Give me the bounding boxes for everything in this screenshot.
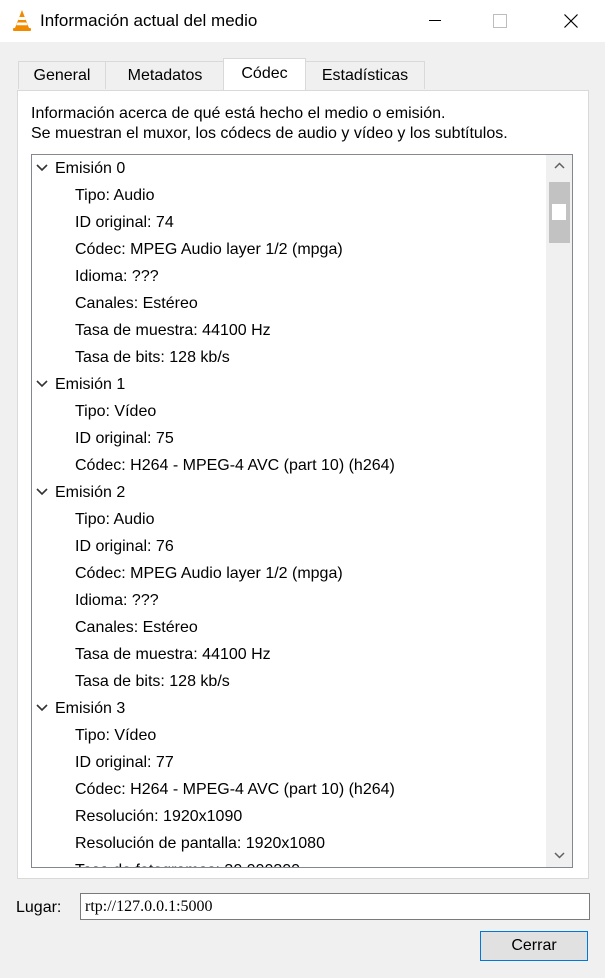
tree-property-item[interactable]: Idioma: ??? bbox=[32, 587, 547, 614]
title-bar: Información actual del medio bbox=[0, 0, 605, 42]
tree-stream-label: Emisión 1 bbox=[55, 376, 126, 393]
tree-property-item[interactable]: Resolución: 1920x1090 bbox=[32, 803, 547, 830]
tree-property-item[interactable]: ID original: 77 bbox=[32, 749, 547, 776]
tree-property-item[interactable]: Canales: Estéreo bbox=[32, 614, 547, 641]
tree-property-item[interactable]: Idioma: ??? bbox=[32, 263, 547, 290]
minimize-icon bbox=[429, 20, 441, 21]
chevron-down-icon[interactable] bbox=[36, 488, 48, 496]
tree-property-item[interactable]: Resolución de pantalla: 1920x1080 bbox=[32, 830, 547, 857]
close-window-button[interactable] bbox=[541, 0, 601, 42]
tree-stream-node[interactable]: Emisión 3 bbox=[32, 695, 547, 722]
tab-statistics[interactable]: Estadísticas bbox=[305, 61, 425, 89]
tree-stream-label: Emisión 3 bbox=[55, 700, 126, 717]
tree-property-item[interactable]: Tipo: Audio bbox=[32, 506, 547, 533]
minimize-button[interactable] bbox=[405, 0, 465, 42]
codec-tree-list: Emisión 0 Tipo: Audio ID original: 74 Códec… bbox=[32, 155, 547, 867]
scrollbar-thumb-grip bbox=[552, 204, 566, 220]
tree-property-item[interactable]: Tipo: Vídeo bbox=[32, 722, 547, 749]
chevron-up-icon bbox=[554, 162, 565, 169]
tree-property-item[interactable]: Tasa de fotogramas: 30.000300 bbox=[32, 857, 547, 867]
scrollbar-thumb[interactable] bbox=[549, 182, 570, 243]
chevron-down-icon bbox=[554, 852, 565, 859]
window-title: Información actual del medio bbox=[40, 11, 258, 30]
tree-property-item[interactable]: Tipo: Audio bbox=[32, 182, 547, 209]
close-button[interactable]: Cerrar bbox=[480, 931, 588, 961]
maximize-button[interactable] bbox=[470, 0, 530, 42]
location-label: Lugar: bbox=[16, 899, 62, 916]
codec-description: Información acerca de qué está hecho el … bbox=[31, 104, 508, 144]
vlc-cone-icon bbox=[13, 10, 31, 31]
tree-property-item[interactable]: ID original: 75 bbox=[32, 425, 547, 452]
chevron-down-icon[interactable] bbox=[36, 380, 48, 388]
tree-property-item[interactable]: Códec: H264 - MPEG-4 AVC (part 10) (h264… bbox=[32, 452, 547, 479]
tree-property-item[interactable]: Tasa de bits: 128 kb/s bbox=[32, 344, 547, 371]
tree-property-item[interactable]: Tasa de muestra: 44100 Hz bbox=[32, 317, 547, 344]
chevron-down-icon[interactable] bbox=[36, 704, 48, 712]
tree-property-item[interactable]: Tasa de muestra: 44100 Hz bbox=[32, 641, 547, 668]
tree-property-item[interactable]: Códec: MPEG Audio layer 1/2 (mpga) bbox=[32, 560, 547, 587]
tab-codec[interactable]: Códec bbox=[223, 58, 306, 90]
scroll-up-button[interactable] bbox=[547, 155, 572, 177]
tree-property-item[interactable]: Códec: MPEG Audio layer 1/2 (mpga) bbox=[32, 236, 547, 263]
vertical-scrollbar[interactable] bbox=[546, 155, 572, 867]
tab-general[interactable]: General bbox=[18, 61, 106, 89]
location-field[interactable] bbox=[80, 893, 590, 920]
tree-property-item[interactable]: Códec: H264 - MPEG-4 AVC (part 10) (h264… bbox=[32, 776, 547, 803]
close-icon bbox=[564, 14, 578, 28]
codec-tree[interactable]: Emisión 0 Tipo: Audio ID original: 74 Códec… bbox=[31, 154, 573, 868]
tree-property-item[interactable]: Canales: Estéreo bbox=[32, 290, 547, 317]
description-line: Se muestran el muxor, los códecs de audi… bbox=[31, 125, 508, 142]
maximize-icon bbox=[493, 14, 507, 28]
chevron-down-icon[interactable] bbox=[36, 164, 48, 172]
tree-property-item[interactable]: Tipo: Vídeo bbox=[32, 398, 547, 425]
tree-property-item[interactable]: Tasa de bits: 128 kb/s bbox=[32, 668, 547, 695]
tree-stream-node[interactable]: Emisión 1 bbox=[32, 371, 547, 398]
tree-stream-label: Emisión 2 bbox=[55, 484, 126, 501]
codec-panel: Información acerca de qué está hecho el … bbox=[17, 90, 589, 879]
tree-property-item[interactable]: ID original: 76 bbox=[32, 533, 547, 560]
tab-metadata[interactable]: Metadatos bbox=[105, 61, 225, 89]
scroll-down-button[interactable] bbox=[547, 845, 572, 867]
tree-stream-label: Emisión 0 bbox=[55, 160, 126, 177]
tree-stream-node[interactable]: Emisión 2 bbox=[32, 479, 547, 506]
description-line: Información acerca de qué está hecho el … bbox=[31, 105, 446, 122]
tree-stream-node[interactable]: Emisión 0 bbox=[32, 155, 547, 182]
tree-property-item[interactable]: ID original: 74 bbox=[32, 209, 547, 236]
